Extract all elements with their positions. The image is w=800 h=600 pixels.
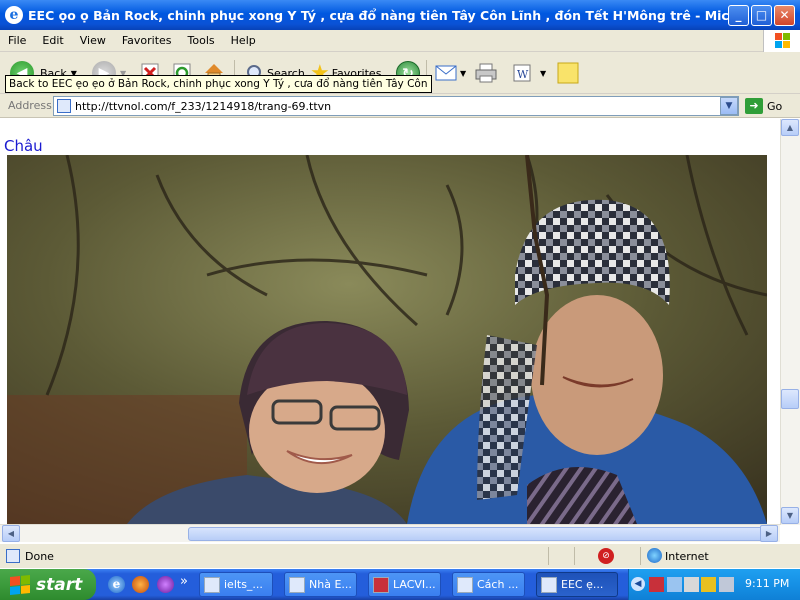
task-label: Cách ...	[477, 578, 519, 591]
page-content: Châu	[0, 119, 780, 524]
edit-button[interactable]: W ▼	[512, 59, 546, 87]
task-label: EEC ẹ...	[561, 578, 604, 591]
quicklaunch-chevron-icon[interactable]: »	[180, 574, 188, 589]
mail-icon	[435, 65, 457, 81]
word-doc-icon	[204, 576, 220, 593]
system-tray: ◀ 9:11 PM	[628, 569, 800, 600]
task-button-4[interactable]: Cách ...	[452, 572, 525, 597]
mail-button[interactable]: ▼	[434, 59, 466, 87]
status-bar: Done ⊘ Internet	[0, 543, 800, 568]
pdf-icon	[373, 576, 389, 593]
svg-text:W: W	[517, 68, 529, 81]
scroll-up-icon[interactable]: ▲	[781, 119, 799, 136]
quicklaunch-app-icon[interactable]	[157, 576, 174, 593]
page-text[interactable]: Châu	[4, 137, 43, 155]
address-input[interactable]: http://ttvnol.com/f_233/1214918/trang-69…	[53, 96, 739, 116]
menu-tools[interactable]: Tools	[180, 34, 223, 47]
scroll-down-icon[interactable]: ▼	[781, 507, 799, 524]
photo-image	[7, 155, 767, 524]
task-label: ielts_...	[224, 578, 263, 591]
tray-volume-icon[interactable]	[719, 577, 734, 592]
minimize-button[interactable]: _	[728, 5, 749, 26]
popup-blocked-icon[interactable]: ⊘	[598, 548, 614, 564]
quicklaunch-firefox-icon[interactable]	[132, 576, 149, 593]
ie-window-icon	[457, 576, 473, 593]
horizontal-scrollbar[interactable]: ◀ ▶	[0, 524, 780, 542]
address-bar: Address http://ttvnol.com/f_233/1214918/…	[0, 94, 800, 118]
status-text: Done	[25, 550, 54, 563]
start-button[interactable]: start	[0, 569, 96, 600]
scroll-right-icon[interactable]: ▶	[760, 525, 778, 542]
zone-text: Internet	[665, 550, 709, 563]
tray-expand-icon[interactable]: ◀	[631, 577, 645, 591]
start-label: start	[36, 574, 83, 595]
windows-flag-icon	[10, 574, 30, 595]
horizontal-scroll-thumb[interactable]	[188, 527, 763, 541]
clock[interactable]: 9:11 PM	[745, 577, 789, 590]
go-arrow-icon: ➜	[745, 98, 763, 114]
title-bar: e EEC ọo ọ Bản Rock, chinh phục xong Y T…	[0, 0, 800, 30]
quicklaunch-ie-icon[interactable]: e	[108, 576, 125, 593]
menu-file[interactable]: File	[0, 34, 34, 47]
go-button[interactable]: ➜ Go	[745, 97, 782, 115]
tray-pdf-icon[interactable]	[649, 577, 664, 592]
task-button-3[interactable]: LACVI...	[368, 572, 441, 597]
ie-logo-icon: e	[5, 6, 23, 24]
edit-dropdown-icon[interactable]: ▼	[540, 69, 546, 78]
task-button-1[interactable]: ielts_...	[199, 572, 273, 597]
back-tooltip: Back to EEC ẹo ẹo ở Bản Rock, chinh phục…	[5, 75, 432, 93]
window-title: EEC ọo ọ Bản Rock, chinh phục xong Y Tý …	[28, 7, 743, 23]
menu-bar: File Edit View Favorites Tools Help	[0, 30, 800, 52]
task-label: Nhà E...	[309, 578, 352, 591]
go-label: Go	[767, 99, 783, 113]
menu-edit[interactable]: Edit	[34, 34, 71, 47]
tray-network-icon[interactable]	[667, 577, 682, 592]
maximize-button[interactable]: □	[751, 5, 772, 26]
mail-dropdown-icon[interactable]: ▼	[460, 69, 466, 78]
page-icon	[57, 99, 71, 113]
task-button-2[interactable]: Nhà E...	[284, 572, 357, 597]
vertical-scroll-thumb[interactable]	[781, 389, 799, 409]
task-label: LACVI...	[393, 578, 436, 591]
tray-printer-icon[interactable]	[684, 577, 699, 592]
address-label: Address	[8, 99, 52, 112]
tray-shield-icon[interactable]	[701, 577, 716, 592]
task-button-5-active[interactable]: EEC ẹ...	[536, 572, 618, 597]
close-button[interactable]: ✕	[774, 5, 795, 26]
page-done-icon	[6, 549, 20, 563]
messenger-button[interactable]	[556, 59, 580, 87]
scroll-left-icon[interactable]: ◀	[2, 525, 20, 542]
vertical-scrollbar[interactable]: ▲ ▼	[780, 119, 800, 525]
print-button[interactable]	[474, 59, 498, 87]
menu-view[interactable]: View	[72, 34, 114, 47]
windows-logo-icon	[763, 30, 800, 52]
ie-window-icon	[541, 576, 557, 593]
menu-help[interactable]: Help	[223, 34, 264, 47]
taskbar: start e » ielts_... Nhà E... LACVI... Cá…	[0, 569, 800, 600]
address-dropdown-icon[interactable]: ▼	[720, 97, 738, 115]
word-icon: W	[513, 64, 531, 82]
address-url[interactable]: http://ttvnol.com/f_233/1214918/trang-69…	[75, 100, 331, 113]
print-icon	[475, 63, 497, 83]
sticky-note-icon	[557, 62, 579, 84]
menu-favorites[interactable]: Favorites	[114, 34, 180, 47]
internet-globe-icon	[647, 548, 662, 563]
ie-window-icon	[289, 576, 305, 593]
